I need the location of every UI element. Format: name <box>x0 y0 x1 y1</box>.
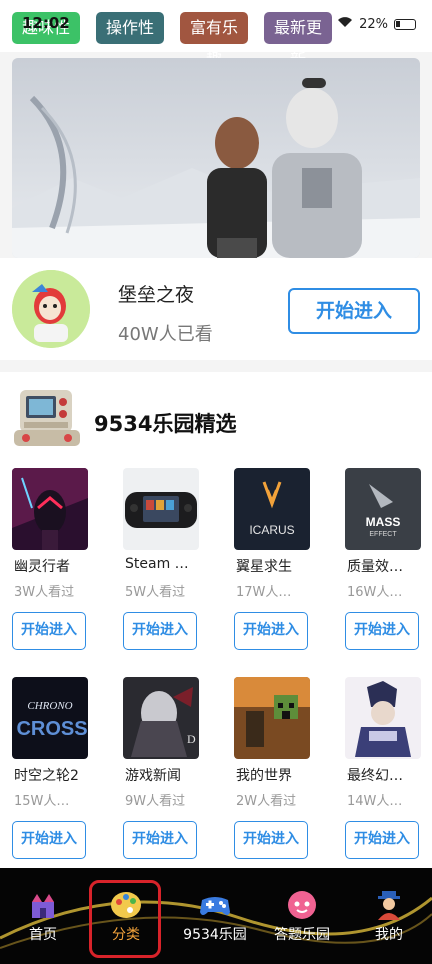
card-start-button[interactable]: 开始进入 <box>12 821 86 859</box>
card-name: 时空之轮2 <box>14 768 79 784</box>
bottom-nav: 首页 分类 9534乐园 答题乐园 我的 <box>0 868 432 964</box>
card-start-button[interactable]: 开始进入 <box>12 612 86 650</box>
featured-title: 堡垒之夜 <box>118 284 195 306</box>
hero-banner[interactable] <box>12 58 420 258</box>
chronocross-thumbnail[interactable]: CHRONO CROSS <box>12 677 88 759</box>
mascot-icon <box>285 888 319 922</box>
nav-mine-label: 我的 <box>375 927 403 943</box>
minecraft-thumbnail[interactable] <box>234 677 310 759</box>
category-highlight-box <box>89 880 161 958</box>
gamenews-thumbnail[interactable]: D <box>123 677 199 759</box>
card-views: 2W人看过 <box>236 794 297 809</box>
featured-avatar[interactable] <box>12 270 90 348</box>
nav-home[interactable]: 首页 <box>0 868 86 964</box>
battery-icon <box>394 18 416 30</box>
card-start-button[interactable]: 开始进入 <box>345 612 419 650</box>
effect-logo-text: EFFECT <box>369 531 397 538</box>
section-title: 9534乐园精选 <box>94 412 237 436</box>
card-name: 最终幻… <box>347 768 403 784</box>
top-bar: 趣味性 操作性 富有乐趣 最新更新 12:02 22% <box>0 0 432 69</box>
card-name: Steam … <box>125 556 189 572</box>
retro-console-icon <box>14 386 80 448</box>
nav-paradise[interactable]: 9534乐园 <box>172 868 258 964</box>
card-views: 17W人… <box>236 585 292 600</box>
status-icons: 22% <box>337 16 416 32</box>
card-name: 游戏新闻 <box>125 768 181 784</box>
tag-latest[interactable]: 最新更新 <box>264 12 332 69</box>
chrono-logo-text: CHRONO <box>27 700 72 712</box>
card-name: 我的世界 <box>236 768 292 784</box>
icarus-thumbnail[interactable]: ICARUS <box>234 468 310 550</box>
card-name: 质量效… <box>347 559 403 575</box>
nav-quiz[interactable]: 答题乐园 <box>259 868 345 964</box>
featured-start-button[interactable]: 开始进入 <box>288 288 420 334</box>
card-start-button[interactable]: 开始进入 <box>123 612 197 650</box>
featured-game: 堡垒之夜 40W人已看 开始进入 <box>0 258 432 360</box>
tag-fun-rich[interactable]: 富有乐趣 <box>180 12 248 69</box>
card-views: 14W人… <box>347 794 403 809</box>
battery-text: 22% <box>359 16 388 32</box>
svg-text:D: D <box>187 732 196 746</box>
wifi-icon <box>337 16 353 32</box>
gamepad-icon <box>198 888 232 922</box>
card-start-button[interactable]: 开始进入 <box>234 821 308 859</box>
nav-quiz-label: 答题乐园 <box>274 927 330 943</box>
card-name: 幽灵行者 <box>14 559 70 575</box>
ghostrunner-thumbnail[interactable] <box>12 468 88 550</box>
nav-home-label: 首页 <box>29 927 57 943</box>
cross-logo-text: CROSS <box>16 718 87 740</box>
card-start-button[interactable]: 开始进入 <box>234 612 308 650</box>
card-views: 16W人… <box>347 585 403 600</box>
card-views: 3W人看过 <box>14 585 75 600</box>
featured-viewers: 40W人已看 <box>118 324 213 345</box>
tag-operability[interactable]: 操作性 <box>96 12 164 44</box>
card-name: 翼星求生 <box>236 559 292 575</box>
mass-logo-text: MASS <box>366 515 401 529</box>
nav-mine[interactable]: 我的 <box>346 868 432 964</box>
card-views: 9W人看过 <box>125 794 186 809</box>
status-time: 12:02 <box>22 14 70 32</box>
card-start-button[interactable]: 开始进入 <box>123 821 197 859</box>
masseffect-thumbnail[interactable]: MASS EFFECT <box>345 468 421 550</box>
icarus-logo-text: ICARUS <box>249 523 294 537</box>
steamdeck-thumbnail[interactable] <box>123 468 199 550</box>
finalfantasy-thumbnail[interactable] <box>345 677 421 759</box>
card-start-button[interactable]: 开始进入 <box>345 821 419 859</box>
card-views: 5W人看过 <box>125 585 186 600</box>
castle-icon <box>26 888 60 922</box>
avatar-icon <box>372 888 406 922</box>
nav-paradise-label: 9534乐园 <box>183 927 247 943</box>
card-views: 15W人… <box>14 794 70 809</box>
